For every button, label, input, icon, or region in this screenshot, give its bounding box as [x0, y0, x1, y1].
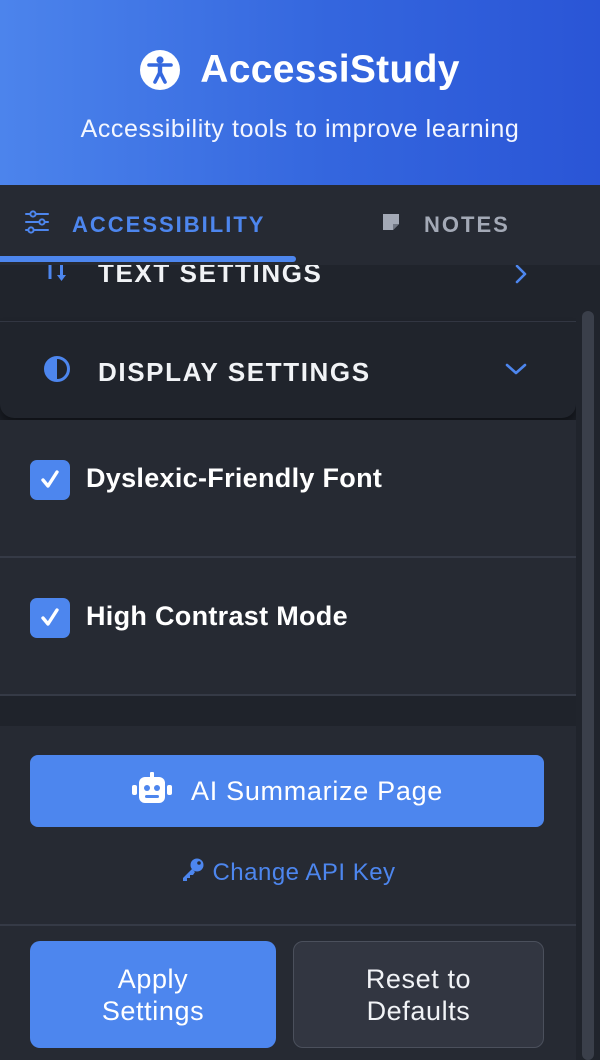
checkmark-icon [41, 470, 59, 488]
change-api-key-link[interactable]: Change API Key [0, 856, 576, 889]
display-settings-section[interactable]: DISPLAY SETTINGS [0, 322, 576, 418]
dyslexic-font-checkbox[interactable] [30, 460, 70, 500]
tab-accessibility[interactable]: ACCESSIBILITY [24, 185, 265, 265]
action-footer: Apply Settings Reset to Defaults [0, 926, 576, 1060]
contrast-icon [42, 354, 72, 391]
sticky-note-icon [380, 211, 402, 239]
display-settings-label: DISPLAY SETTINGS [98, 357, 371, 387]
dyslexic-font-label: Dyslexic-Friendly Font [86, 463, 383, 493]
text-size-icon [42, 265, 72, 290]
ai-panel: AI Summarize Page Change API Key [0, 726, 576, 926]
robot-icon [131, 771, 173, 812]
brand: AccessiStudy [0, 48, 600, 92]
reset-defaults-label: Reset to Defaults [365, 963, 472, 1026]
tab-bar: ACCESSIBILITY NOTES [0, 185, 600, 265]
tab-notes-label: NOTES [424, 212, 510, 237]
text-settings-header: TEXT SETTINGS [42, 265, 322, 290]
sliders-icon [24, 210, 50, 240]
scrollbar-thumb[interactable] [582, 311, 594, 1060]
app-header: AccessiStudy Accessibility tools to impr… [0, 0, 600, 185]
option-high-contrast[interactable]: High Contrast Mode [0, 558, 576, 696]
text-settings-label: TEXT SETTINGS [98, 265, 323, 288]
app-title: AccessiStudy [200, 48, 460, 91]
apply-settings-label: Apply Settings [101, 963, 205, 1026]
tab-accessibility-label: ACCESSIBILITY [72, 212, 266, 237]
section-spacer [0, 696, 576, 726]
text-settings-section[interactable]: TEXT SETTINGS [0, 265, 576, 323]
high-contrast-checkbox[interactable] [30, 598, 70, 638]
active-tab-indicator [0, 256, 296, 262]
accessibility-person-icon [140, 50, 181, 90]
ai-summarize-button[interactable]: AI Summarize Page [30, 755, 544, 827]
key-icon [180, 856, 206, 889]
chevron-right-icon [514, 265, 528, 290]
settings-scroll-area[interactable]: TEXT SETTINGS DISPLAY SETTINGS Dyslexic-… [0, 265, 576, 1060]
display-settings-header: DISPLAY SETTINGS [42, 354, 371, 391]
checkmark-icon [41, 608, 59, 626]
option-dyslexic-font[interactable]: Dyslexic-Friendly Font [0, 420, 576, 558]
high-contrast-label: High Contrast Mode [86, 601, 348, 631]
app-subtitle: Accessibility tools to improve learning [80, 115, 520, 143]
tab-notes[interactable]: NOTES [380, 185, 510, 265]
apply-settings-button[interactable]: Apply Settings [30, 941, 276, 1048]
chevron-down-icon [504, 362, 528, 381]
reset-defaults-button[interactable]: Reset to Defaults [293, 941, 544, 1048]
change-api-key-label: Change API Key [212, 858, 396, 886]
ai-summarize-label: AI Summarize Page [191, 775, 443, 806]
